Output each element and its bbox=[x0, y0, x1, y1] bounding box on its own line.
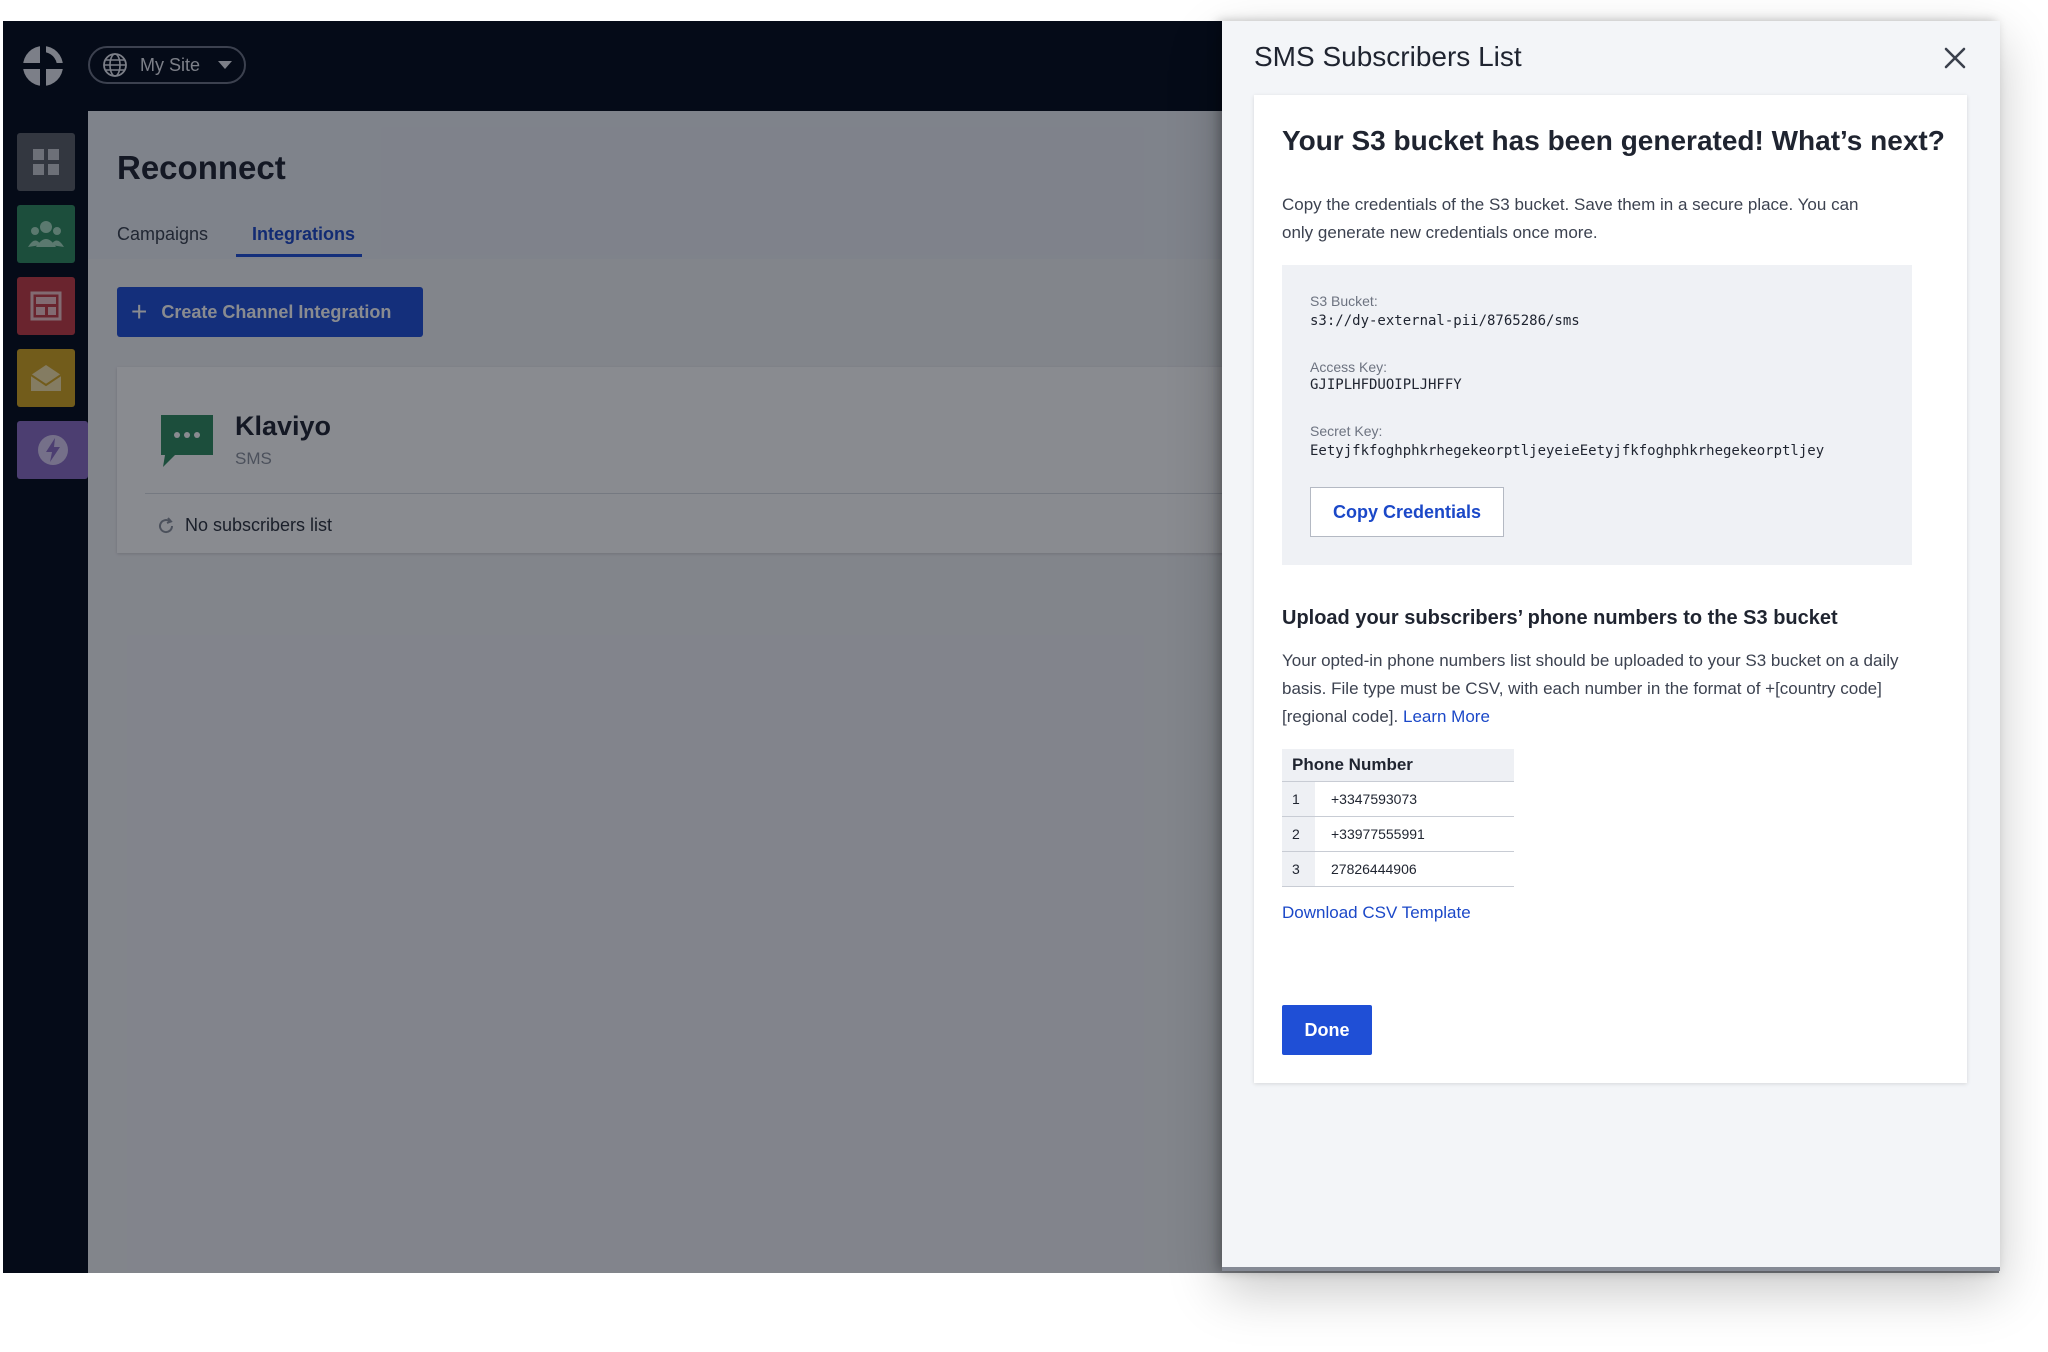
phone-number-table: Phone Number 1 +3347593073 2 +3397755599… bbox=[1282, 749, 1514, 887]
row-index: 1 bbox=[1282, 781, 1315, 817]
table-row: 3 27826444906 bbox=[1282, 851, 1514, 887]
upload-description: Your opted-in phone numbers list should … bbox=[1282, 647, 1942, 731]
drawer-title: SMS Subscribers List bbox=[1254, 41, 1522, 72]
credentials-box: S3 Bucket: s3://dy-external-pii/8765286/… bbox=[1282, 265, 1912, 565]
panel-heading: Your S3 bucket has been generated! What’… bbox=[1282, 125, 1945, 156]
sms-subscribers-drawer: SMS Subscribers List Your S3 bucket has … bbox=[1222, 21, 2000, 1271]
download-csv-template-link[interactable]: Download CSV Template bbox=[1282, 903, 1471, 923]
access-key-label: Access Key: bbox=[1310, 359, 1388, 375]
phone-number-cell: +3347593073 bbox=[1315, 781, 1514, 817]
s3-bucket-value: s3://dy-external-pii/8765286/sms bbox=[1310, 313, 1580, 329]
copy-credentials-button[interactable]: Copy Credentials bbox=[1310, 487, 1504, 537]
s3-bucket-label: S3 Bucket: bbox=[1310, 293, 1378, 309]
done-button[interactable]: Done bbox=[1282, 1005, 1372, 1055]
table-row: 2 +33977555991 bbox=[1282, 816, 1514, 852]
close-icon[interactable] bbox=[1940, 43, 1970, 73]
row-index: 3 bbox=[1282, 851, 1315, 887]
phone-number-cell: +33977555991 bbox=[1315, 816, 1514, 852]
panel-description: Copy the credentials of the S3 bucket. S… bbox=[1282, 195, 1859, 242]
credentials-panel: Your S3 bucket has been generated! What’… bbox=[1254, 95, 1967, 1083]
learn-more-link[interactable]: Learn More bbox=[1403, 707, 1490, 726]
secret-key-value: EetyjfkfoghphkrhegekeorptljeyeieEetyjfkf… bbox=[1310, 443, 1825, 459]
secret-key-label: Secret Key: bbox=[1310, 423, 1383, 439]
upload-heading: Upload your subscribers’ phone numbers t… bbox=[1282, 607, 1838, 629]
phone-number-cell: 27826444906 bbox=[1315, 851, 1514, 887]
phone-number-header: Phone Number bbox=[1282, 749, 1514, 782]
access-key-value: GJIPLHFDUOIPLJHFFY bbox=[1310, 377, 1462, 393]
upload-description-text: Your opted-in phone numbers list should … bbox=[1282, 651, 1899, 726]
row-index: 2 bbox=[1282, 816, 1315, 852]
table-row: 1 +3347593073 bbox=[1282, 781, 1514, 817]
